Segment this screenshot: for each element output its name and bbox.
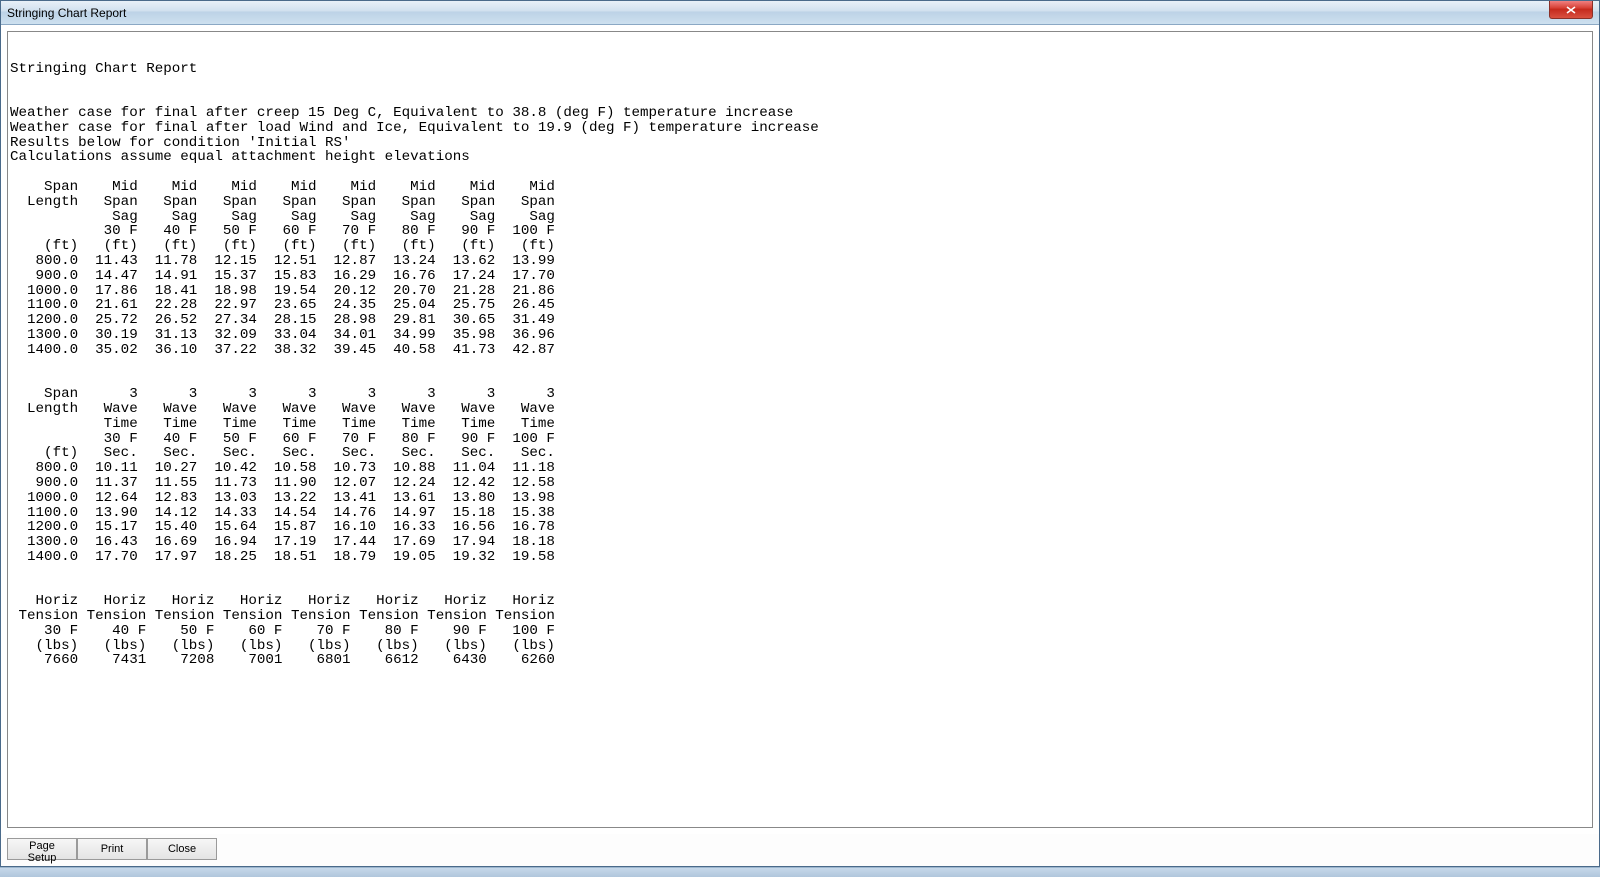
desktop-edge (0, 867, 1600, 877)
button-bar: Page Setup Print Close (1, 834, 1599, 866)
content-frame: Stringing Chart Report Weather case for … (7, 31, 1593, 828)
close-icon (1566, 6, 1576, 14)
report-scroll-area[interactable]: Stringing Chart Report Weather case for … (8, 32, 1592, 827)
titlebar-controls (1549, 1, 1599, 24)
report-text: Stringing Chart Report Weather case for … (10, 32, 1590, 698)
titlebar: Stringing Chart Report (1, 1, 1599, 25)
page-setup-button[interactable]: Page Setup (7, 838, 77, 860)
window-close-button[interactable] (1549, 1, 1593, 19)
print-button[interactable]: Print (77, 838, 147, 860)
report-window: Stringing Chart Report Stringing Chart R… (0, 0, 1600, 867)
close-button[interactable]: Close (147, 838, 217, 860)
window-title: Stringing Chart Report (7, 6, 126, 20)
